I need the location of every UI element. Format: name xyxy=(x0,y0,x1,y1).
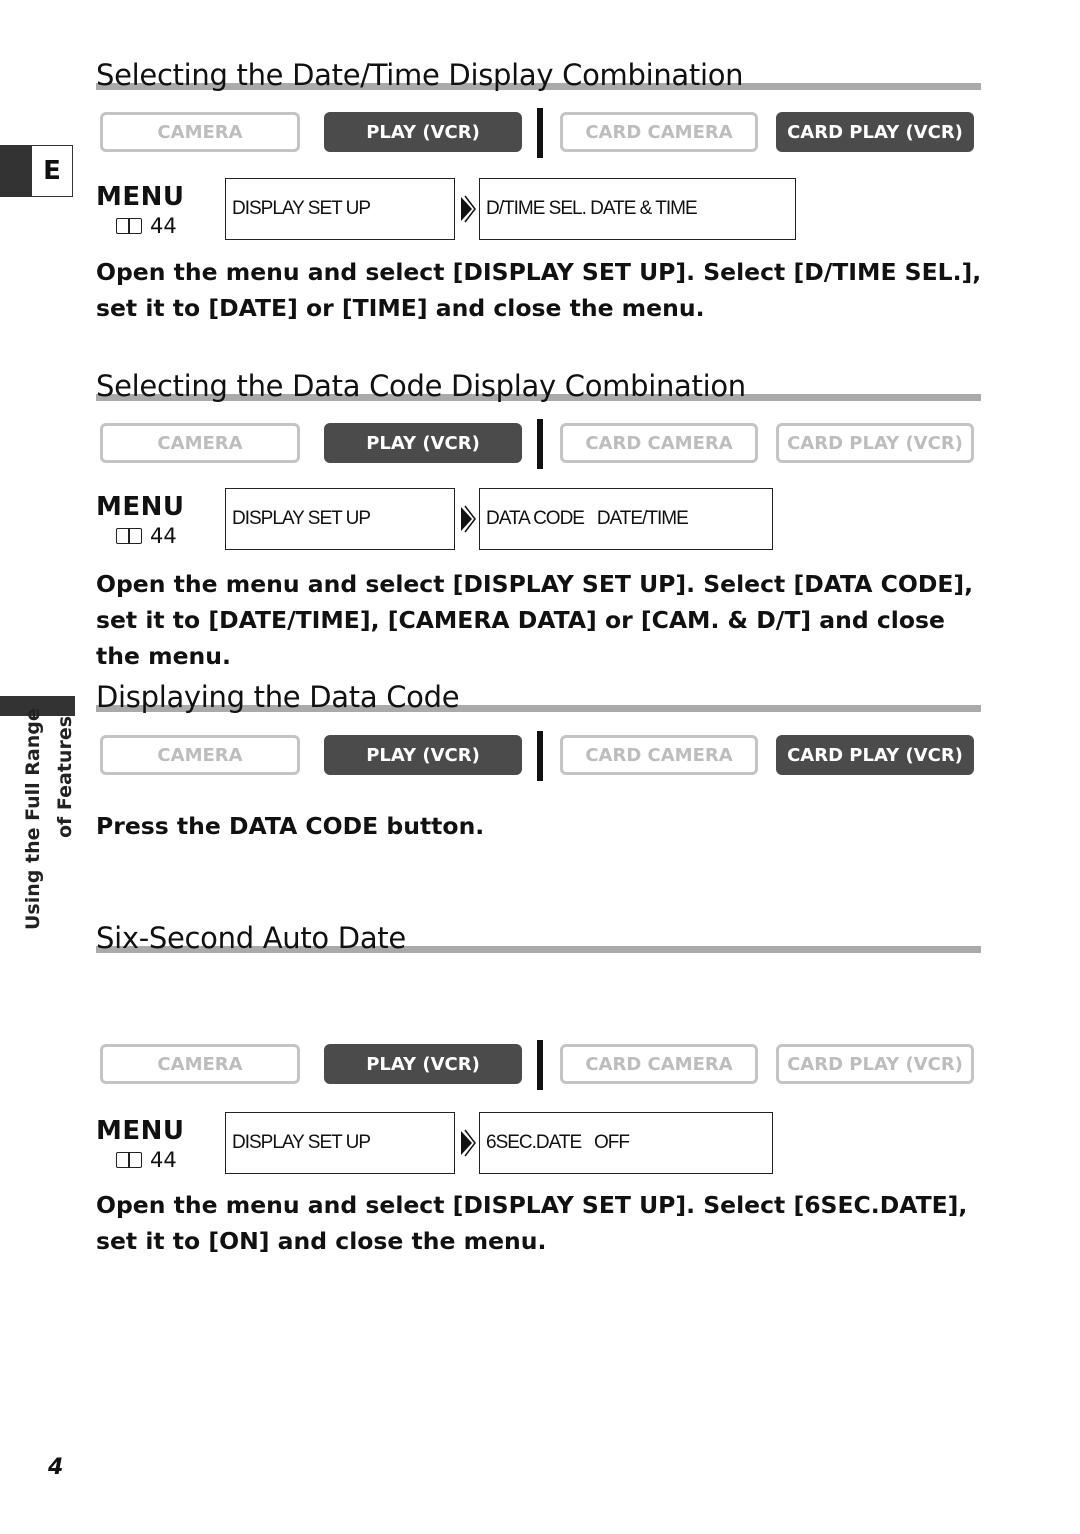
instruction-text: Press the DATA CODE button. xyxy=(96,812,485,840)
mode-play-vcr: PLAY (VCR) xyxy=(324,735,522,775)
chapter-title-line2: of Features xyxy=(54,715,76,838)
mode-camera: CAMERA xyxy=(100,735,300,775)
mode-separator xyxy=(537,419,543,469)
page-ref-number: 44 xyxy=(150,214,177,238)
menu-step-2: 6SEC.DATE OFF xyxy=(479,1112,773,1174)
chapter-title: Using the Full Range of Features xyxy=(22,708,82,930)
section-title: Selecting the Data Code Display Combinat… xyxy=(96,369,746,403)
instruction-text: Open the menu and select [DISPLAY SET UP… xyxy=(96,258,982,322)
mode-card-play-vcr: CARD PLAY (VCR) xyxy=(776,423,974,463)
mode-card-play-vcr: CARD PLAY (VCR) xyxy=(776,735,974,775)
instruction-text: Open the menu and select [DISPLAY SET UP… xyxy=(96,1191,968,1255)
book-icon xyxy=(116,528,142,544)
menu-step-1: DISPLAY SET UP xyxy=(225,488,455,550)
mode-card-camera: CARD CAMERA xyxy=(560,1044,758,1084)
menu-step-1: DISPLAY SET UP xyxy=(225,1112,455,1174)
mode-card-camera: CARD CAMERA xyxy=(560,423,758,463)
section-title: Selecting the Date/Time Display Combinat… xyxy=(96,58,744,92)
mode-separator xyxy=(537,1040,543,1090)
menu-step-1: DISPLAY SET UP xyxy=(225,178,455,240)
page-reference: 44 xyxy=(116,214,177,238)
mode-card-play-vcr: CARD PLAY (VCR) xyxy=(776,112,974,152)
mode-camera: CAMERA xyxy=(100,112,300,152)
mode-card-camera: CARD CAMERA xyxy=(560,735,758,775)
mode-separator xyxy=(537,731,543,781)
menu-step-2: DATA CODE DATE/TIME xyxy=(479,488,773,550)
menu-step-2: D/TIME SEL. DATE & TIME xyxy=(479,178,796,240)
book-icon xyxy=(116,218,142,234)
language-tab-bar xyxy=(0,145,31,197)
menu-label: MENU xyxy=(96,492,185,522)
double-arrow-icon xyxy=(460,195,476,223)
section-title: Six-Second Auto Date xyxy=(96,921,406,955)
mode-play-vcr: PLAY (VCR) xyxy=(324,112,522,152)
language-letter: E xyxy=(31,145,73,197)
mode-camera: CAMERA xyxy=(100,423,300,463)
mode-separator xyxy=(537,108,543,158)
menu-label: MENU xyxy=(96,1116,185,1146)
double-arrow-icon xyxy=(460,505,476,533)
mode-card-play-vcr: CARD PLAY (VCR) xyxy=(776,1044,974,1084)
page-reference: 44 xyxy=(116,524,177,548)
page-number: 4 xyxy=(48,1455,64,1480)
language-tab: E xyxy=(0,145,74,197)
page-reference: 44 xyxy=(116,1148,177,1172)
book-icon xyxy=(116,1152,142,1168)
mode-play-vcr: PLAY (VCR) xyxy=(324,1044,522,1084)
menu-label: MENU xyxy=(96,182,185,212)
page-ref-number: 44 xyxy=(150,1148,177,1172)
double-arrow-icon xyxy=(460,1129,476,1157)
chapter-title-line1: Using the Full Range xyxy=(22,708,44,930)
mode-card-camera: CARD CAMERA xyxy=(560,112,758,152)
mode-play-vcr: PLAY (VCR) xyxy=(324,423,522,463)
section-title: Displaying the Data Code xyxy=(96,680,460,714)
instruction-text: Open the menu and select [DISPLAY SET UP… xyxy=(96,570,974,670)
mode-camera: CAMERA xyxy=(100,1044,300,1084)
page-ref-number: 44 xyxy=(150,524,177,548)
